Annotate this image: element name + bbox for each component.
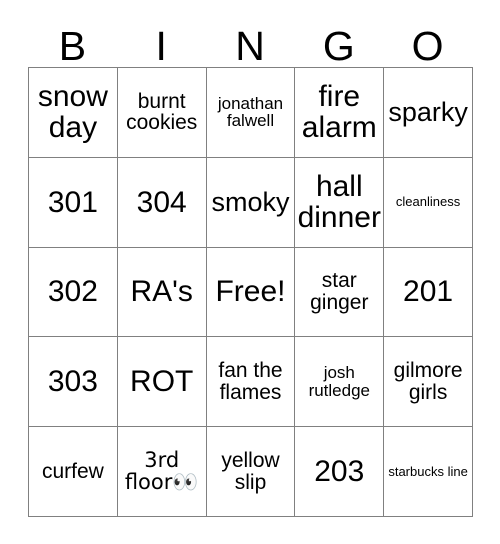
bingo-cell-text: 302	[47, 275, 98, 309]
bingo-cell-text: RA's	[130, 275, 193, 309]
bingo-cell[interactable]: fan the flames	[206, 336, 296, 428]
bingo-cell[interactable]: gilmore girls	[383, 336, 473, 428]
bingo-cell-text: fire alarm	[301, 80, 377, 145]
bingo-cell-text: starbucks line	[388, 463, 468, 479]
bingo-cell[interactable]: 303	[28, 336, 118, 428]
bingo-cell-text: gilmore girls	[393, 358, 463, 404]
bingo-card: B I N G O snow day burnt cookies jonatha…	[28, 14, 473, 517]
bingo-cell-text: 201	[403, 275, 454, 309]
bingo-cell-text: 3rd floor👀	[124, 447, 199, 494]
bingo-cell-text: burnt cookies	[126, 89, 198, 135]
bingo-cell-text: ROT	[130, 365, 194, 399]
bingo-cell[interactable]: 3rd floor👀	[117, 426, 207, 517]
bingo-cell[interactable]: 201	[383, 247, 473, 338]
bingo-header-n: N	[206, 14, 295, 67]
bingo-cell-text: Free!	[215, 275, 286, 309]
bingo-row: 301 304 smoky hall dinner cleanliness	[28, 157, 473, 248]
bingo-header-letter: O	[411, 23, 444, 69]
bingo-cell[interactable]: burnt cookies	[117, 67, 207, 158]
bingo-header-letter: G	[322, 23, 355, 69]
bingo-cell[interactable]: jonathan falwell	[206, 67, 296, 158]
bingo-cell[interactable]: smoky	[206, 157, 296, 248]
bingo-cell-text: fan the flames	[218, 358, 283, 404]
bingo-cell[interactable]: star ginger	[294, 247, 385, 338]
bingo-cell-text: sparky	[388, 97, 468, 128]
bingo-cell-text: 301	[47, 185, 98, 219]
bingo-cell[interactable]: 304	[117, 157, 207, 248]
bingo-cell[interactable]: hall dinner	[294, 157, 385, 248]
bingo-header-row: B I N G O	[28, 14, 472, 67]
bingo-cell[interactable]: cleanliness	[383, 157, 473, 248]
bingo-row: curfew 3rd floor👀 yellow slip 203 starbu…	[28, 426, 473, 517]
bingo-row: 302 RA's Free! star ginger 201	[28, 247, 473, 338]
bingo-cell[interactable]: starbucks line	[383, 426, 473, 517]
bingo-header-letter: N	[235, 23, 265, 69]
bingo-header-i: I	[117, 14, 206, 67]
bingo-header-o: O	[383, 14, 472, 67]
bingo-cell[interactable]: snow day	[28, 67, 118, 158]
bingo-cell-text: josh rutledge	[308, 363, 370, 400]
bingo-cell-text: curfew	[41, 459, 104, 483]
bingo-cell-text: yellow slip	[221, 448, 280, 494]
bingo-cell[interactable]: yellow slip	[206, 426, 296, 517]
bingo-cell-text: hall dinner	[297, 170, 381, 235]
bingo-cell-text: star ginger	[310, 269, 369, 314]
bingo-cell-text: 203	[314, 454, 365, 488]
bingo-row: snow day burnt cookies jonathan falwell …	[28, 67, 473, 158]
bingo-cell[interactable]: ROT	[117, 336, 207, 428]
bingo-cell[interactable]: curfew	[28, 426, 118, 517]
bingo-cell-text: cleanliness	[395, 194, 461, 210]
bingo-cell-text: 304	[136, 185, 187, 219]
bingo-cell-text: jonathan falwell	[217, 93, 284, 131]
bingo-cell-text: 303	[47, 365, 98, 399]
bingo-row: 303 ROT fan the flames josh rutledge gil…	[28, 336, 473, 428]
bingo-cell[interactable]: 301	[28, 157, 118, 248]
bingo-cell[interactable]: sparky	[383, 67, 473, 158]
bingo-header-b: B	[28, 14, 117, 67]
bingo-cell-free-space[interactable]: Free!	[206, 247, 296, 338]
bingo-cell[interactable]: fire alarm	[294, 67, 385, 158]
bingo-cell[interactable]: josh rutledge	[294, 336, 385, 428]
bingo-header-letter: B	[58, 23, 87, 69]
bingo-cell-text: snow day	[37, 80, 108, 145]
bingo-cell[interactable]: 203	[294, 426, 385, 517]
bingo-header-letter: I	[155, 23, 167, 69]
bingo-cell-text: smoky	[211, 187, 290, 218]
bingo-header-g: G	[294, 14, 383, 67]
bingo-grid: snow day burnt cookies jonathan falwell …	[28, 67, 473, 517]
bingo-cell[interactable]: 302	[28, 247, 118, 338]
bingo-cell[interactable]: RA's	[117, 247, 207, 338]
